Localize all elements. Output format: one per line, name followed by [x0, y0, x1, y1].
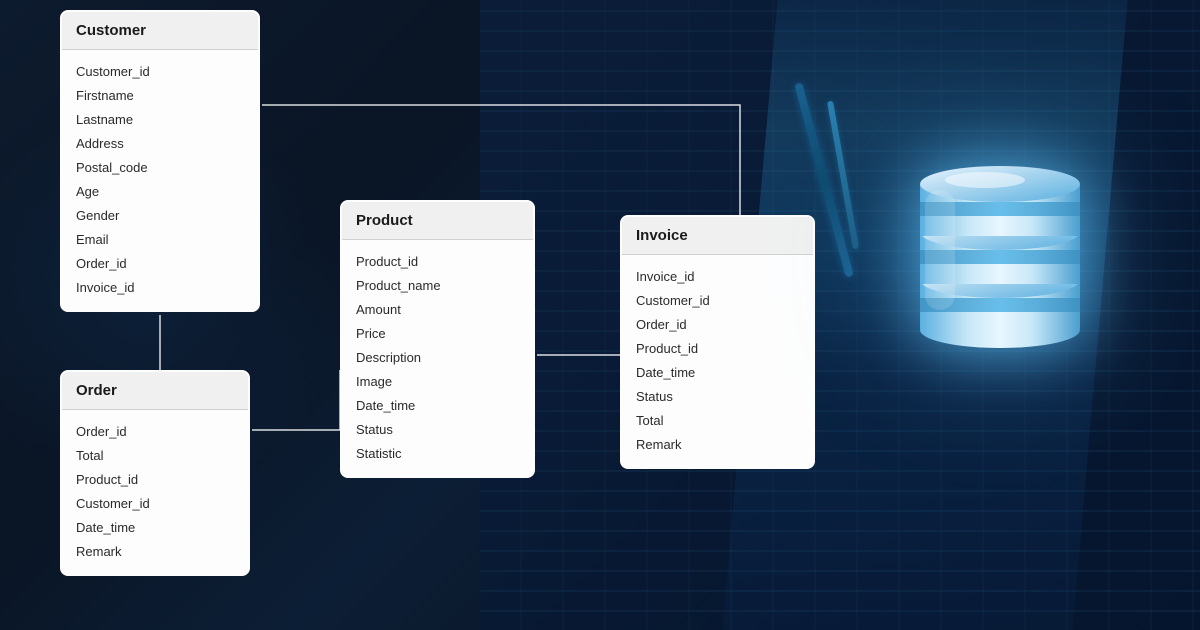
field-email: Email [76, 228, 244, 252]
field-status: Status [356, 418, 519, 442]
field-product-name: Product_name [356, 274, 519, 298]
field-remark: Remark [76, 540, 234, 564]
field-invoice-id: Invoice_id [76, 276, 244, 300]
field-product-id: Product_id [76, 468, 234, 492]
customer-title: Customer [76, 22, 146, 39]
field-date-time: Date_time [76, 516, 234, 540]
order-table: Order Order_idTotalProduct_idCustomer_id… [60, 370, 250, 576]
product-fields: Product_idProduct_nameAmountPriceDescrip… [356, 250, 519, 466]
field-product-id: Product_id [356, 250, 519, 274]
customer-table: Customer Customer_idFirstnameLastnameAdd… [60, 10, 260, 312]
order-fields: Order_idTotalProduct_idCustomer_idDate_t… [76, 420, 234, 564]
field-customer-id: Customer_id [76, 492, 234, 516]
product-table-body: Product_idProduct_nameAmountPriceDescrip… [342, 240, 533, 476]
field-order-id: Order_id [76, 420, 234, 444]
field-order-id: Order_id [76, 252, 244, 276]
field-image: Image [356, 370, 519, 394]
field-lastname: Lastname [76, 108, 244, 132]
invoice-fields: Invoice_idCustomer_idOrder_idProduct_idD… [636, 265, 799, 457]
field-date-time: Date_time [356, 394, 519, 418]
customer-fields: Customer_idFirstnameLastnameAddressPosta… [76, 60, 244, 300]
database-svg [900, 150, 1100, 350]
field-postal-code: Postal_code [76, 156, 244, 180]
invoice-table-header: Invoice [622, 217, 813, 255]
field-product-id: Product_id [636, 337, 799, 361]
product-title: Product [356, 212, 413, 229]
order-title: Order [76, 382, 117, 399]
field-date-time: Date_time [636, 361, 799, 385]
order-table-header: Order [62, 372, 248, 410]
invoice-title: Invoice [636, 227, 688, 244]
field-gender: Gender [76, 204, 244, 228]
invoice-table: Invoice Invoice_idCustomer_idOrder_idPro… [620, 215, 815, 469]
field-status: Status [636, 385, 799, 409]
customer-table-body: Customer_idFirstnameLastnameAddressPosta… [62, 50, 258, 310]
field-invoice-id: Invoice_id [636, 265, 799, 289]
order-table-body: Order_idTotalProduct_idCustomer_idDate_t… [62, 410, 248, 574]
field-customer-id: Customer_id [636, 289, 799, 313]
field-order-id: Order_id [636, 313, 799, 337]
field-remark: Remark [636, 433, 799, 457]
product-table: Product Product_idProduct_nameAmountPric… [340, 200, 535, 478]
field-description: Description [356, 346, 519, 370]
field-firstname: Firstname [76, 84, 244, 108]
product-table-header: Product [342, 202, 533, 240]
invoice-table-body: Invoice_idCustomer_idOrder_idProduct_idD… [622, 255, 813, 467]
field-customer-id: Customer_id [76, 60, 244, 84]
database-icon [900, 150, 1120, 370]
field-address: Address [76, 132, 244, 156]
field-age: Age [76, 180, 244, 204]
customer-table-header: Customer [62, 12, 258, 50]
field-amount: Amount [356, 298, 519, 322]
field-statistic: Statistic [356, 442, 519, 466]
field-price: Price [356, 322, 519, 346]
field-total: Total [76, 444, 234, 468]
field-total: Total [636, 409, 799, 433]
